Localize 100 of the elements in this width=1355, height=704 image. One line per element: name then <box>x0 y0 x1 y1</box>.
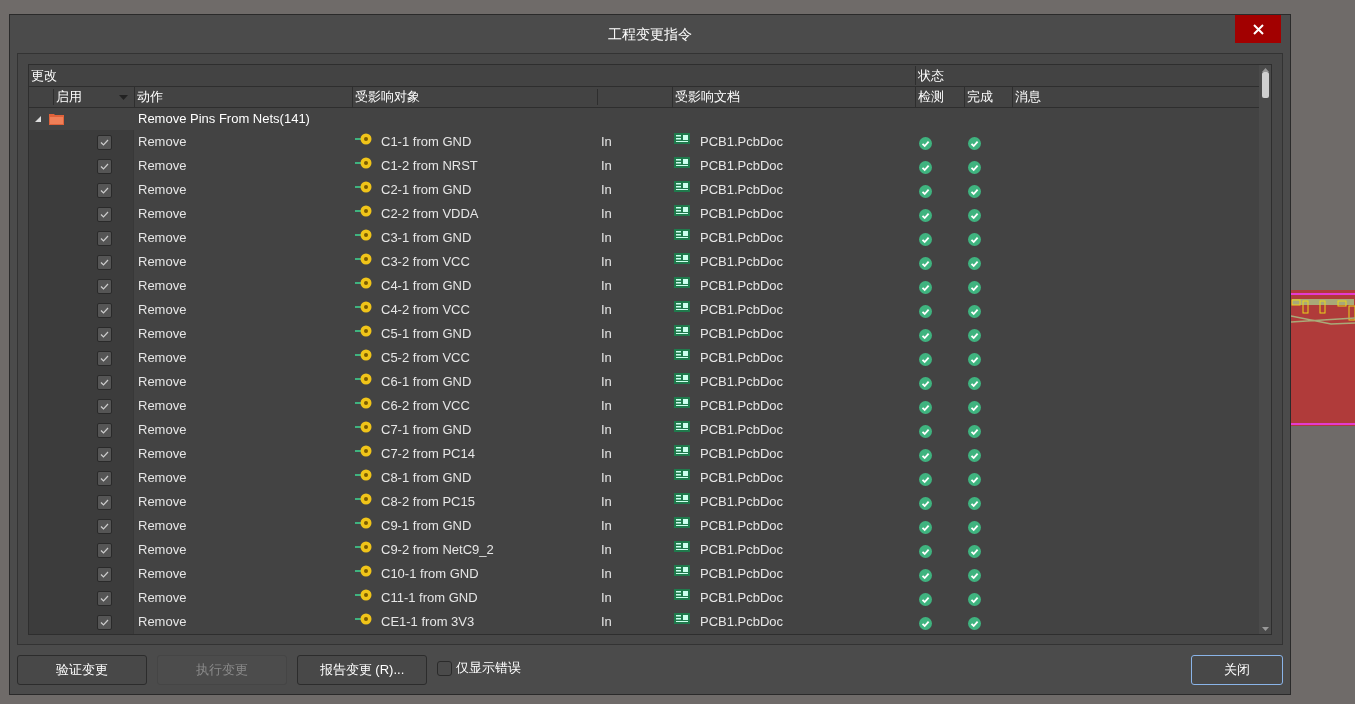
scrollbar-thumb[interactable] <box>1261 72 1269 98</box>
direction-cell-text: In <box>600 133 612 152</box>
column-header[interactable]: 启用 <box>54 87 82 107</box>
document-cell-text: PCB1.PcbDoc <box>700 133 784 152</box>
pcb-document-icon <box>674 325 690 337</box>
pcb-document-icon <box>674 541 690 553</box>
checkmark-icon <box>100 210 109 218</box>
enable-checkbox[interactable] <box>97 494 112 510</box>
action-cell-text: Remove <box>137 517 187 536</box>
action-cell-text: Remove <box>137 277 187 296</box>
direction-cell-text: In <box>600 613 612 632</box>
action-cell-text: Remove <box>137 301 187 320</box>
collapse-icon[interactable] <box>35 116 41 123</box>
pcb-document-icon <box>674 613 690 625</box>
direction-cell-text: In <box>600 253 612 272</box>
document-cell-text: PCB1.PcbDoc <box>700 493 784 512</box>
checkmark-icon <box>100 474 109 482</box>
dialog-button[interactable]: 报告变更 (R)... <box>297 655 427 685</box>
enable-checkbox[interactable] <box>97 542 112 558</box>
document-cell-text: PCB1.PcbDoc <box>700 445 784 464</box>
enable-checkbox[interactable] <box>97 422 112 438</box>
action-cell-text: Remove <box>137 157 187 176</box>
enable-checkbox[interactable] <box>97 374 112 390</box>
enable-checkbox[interactable] <box>97 230 112 246</box>
checkmark-icon <box>100 450 109 458</box>
enable-checkbox[interactable] <box>97 182 112 198</box>
action-cell-text: Remove <box>137 541 187 560</box>
action-cell-text: Remove <box>137 445 187 464</box>
object-cell-text: C8-1 from GND <box>381 469 472 488</box>
direction-cell-text: In <box>600 445 612 464</box>
enable-checkbox[interactable] <box>97 470 112 486</box>
enable-checkbox[interactable] <box>97 566 112 582</box>
pcb-document-icon <box>674 445 690 457</box>
checkmark-icon <box>100 618 109 626</box>
dialog-button[interactable]: 验证变更 <box>17 655 147 685</box>
checkmark-icon <box>100 354 109 362</box>
enable-checkbox[interactable] <box>97 518 112 534</box>
action-cell-text: Remove <box>137 229 187 248</box>
enable-checkbox[interactable] <box>97 254 112 270</box>
enable-checkbox[interactable] <box>97 590 112 606</box>
document-cell-text: PCB1.PcbDoc <box>700 277 784 296</box>
checkmark-icon <box>100 570 109 578</box>
errors-only-checkbox[interactable] <box>437 660 452 676</box>
pin-icon <box>355 517 373 529</box>
enable-checkbox[interactable] <box>97 134 112 150</box>
enable-checkbox[interactable] <box>97 350 112 366</box>
dialog-button[interactable]: 关闭 <box>1191 655 1283 685</box>
object-cell-text: C1-2 from NRST <box>381 157 478 176</box>
pcb-document-icon <box>674 517 690 529</box>
column-header[interactable]: 受影响文档 <box>672 87 915 107</box>
pcb-document-icon <box>674 589 690 601</box>
document-cell-text: PCB1.PcbDoc <box>700 541 784 560</box>
object-cell-text: C3-1 from GND <box>381 229 472 248</box>
column-header[interactable]: 动作 <box>134 87 352 107</box>
enable-checkbox[interactable] <box>97 446 112 462</box>
enable-checkbox[interactable] <box>97 158 112 174</box>
checkmark-icon <box>100 162 109 170</box>
object-cell-text: C3-2 from VCC <box>381 253 470 272</box>
checkmark-icon <box>100 258 109 266</box>
checkmark-icon <box>100 522 109 530</box>
document-cell-text: PCB1.PcbDoc <box>700 421 784 440</box>
pin-icon <box>355 445 373 457</box>
enable-checkbox[interactable] <box>97 614 112 630</box>
close-button[interactable] <box>1235 15 1281 43</box>
action-cell-text: Remove <box>137 493 187 512</box>
column-header[interactable]: 完成 <box>964 87 1012 107</box>
pin-icon <box>355 349 373 361</box>
checkmark-icon <box>100 594 109 602</box>
scroll-down-icon[interactable] <box>1261 627 1269 631</box>
pin-icon <box>355 157 373 169</box>
object-cell-text: C2-1 from GND <box>381 181 472 200</box>
action-cell-text: Remove <box>137 349 187 368</box>
action-cell-text: Remove <box>137 397 187 416</box>
document-cell-text: PCB1.PcbDoc <box>700 325 784 344</box>
pcb-document-icon <box>674 253 690 265</box>
direction-cell-text: In <box>600 397 612 416</box>
folder-icon <box>49 113 64 126</box>
enable-checkbox[interactable] <box>97 278 112 294</box>
enable-checkbox[interactable] <box>97 302 112 318</box>
checkmark-icon <box>100 426 109 434</box>
scrollbar[interactable] <box>1259 65 1271 634</box>
document-cell-text: PCB1.PcbDoc <box>700 181 784 200</box>
enable-checkbox[interactable] <box>97 206 112 222</box>
pcb-document-icon <box>674 301 690 313</box>
direction-cell-text: In <box>600 301 612 320</box>
action-cell-text: Remove <box>137 133 187 152</box>
object-cell-text: C6-2 from VCC <box>381 397 470 416</box>
pin-icon <box>355 469 373 481</box>
close-icon <box>1252 23 1264 35</box>
checkmark-icon <box>100 234 109 242</box>
pin-icon <box>355 277 373 289</box>
enable-checkbox[interactable] <box>97 326 112 342</box>
enable-checkbox[interactable] <box>97 398 112 414</box>
pcb-document-icon <box>674 349 690 361</box>
column-header[interactable]: 检测 <box>915 87 964 107</box>
action-cell-text: Remove <box>137 373 187 392</box>
checkmark-icon <box>100 402 109 410</box>
column-header[interactable]: 受影响对象 <box>352 87 597 107</box>
direction-cell-text: In <box>600 325 612 344</box>
pin-icon <box>355 589 373 601</box>
